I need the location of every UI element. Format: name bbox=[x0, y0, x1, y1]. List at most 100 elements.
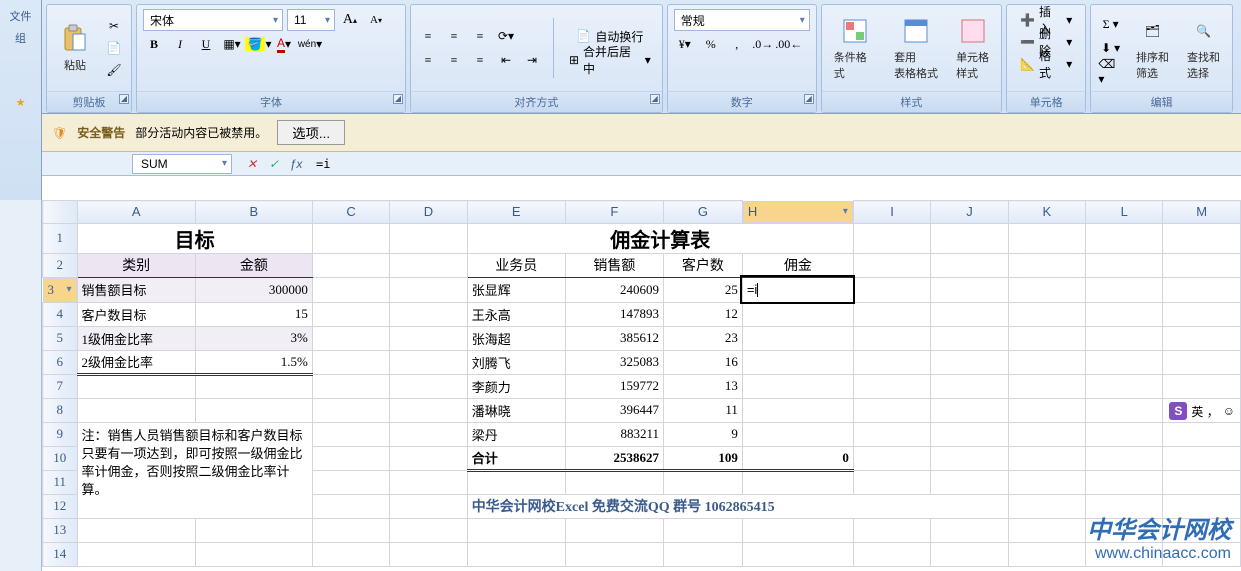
font-dialog-launcher[interactable]: ◢ bbox=[393, 94, 403, 104]
cell-styles-button[interactable]: 单元格 样式 bbox=[950, 13, 995, 83]
sort-filter-button[interactable]: 🗂排序和 筛选 bbox=[1130, 13, 1175, 83]
cell-I5[interactable] bbox=[853, 326, 930, 350]
cell-D2[interactable] bbox=[390, 253, 467, 277]
cell-A3[interactable]: 销售额目标 bbox=[77, 277, 195, 302]
cell-A5[interactable]: 1级佣金比率 bbox=[77, 326, 195, 350]
cell-C14[interactable] bbox=[312, 542, 389, 566]
cell-C2[interactable] bbox=[312, 253, 389, 277]
cell-J6[interactable] bbox=[931, 350, 1008, 374]
cell-I13[interactable] bbox=[853, 518, 930, 542]
format-cells-button[interactable]: 📐 格式 ▾ bbox=[1013, 53, 1079, 75]
cell-J14[interactable] bbox=[931, 542, 1008, 566]
cell-L8[interactable] bbox=[1086, 398, 1163, 422]
cell-F5[interactable]: 385612 bbox=[565, 326, 663, 350]
cell-K1[interactable] bbox=[1008, 223, 1085, 253]
cell-L11[interactable] bbox=[1086, 470, 1163, 494]
cell-I14[interactable] bbox=[853, 542, 930, 566]
cell-E6[interactable]: 刘腾飞 bbox=[467, 350, 565, 374]
align-right-button[interactable]: ≡ bbox=[469, 49, 491, 71]
cell-A9[interactable]: 注：销售人员销售额目标和客户数目标只要有一项达到，即可按照一级佣金比率计佣金，否… bbox=[77, 422, 312, 518]
font-name-select[interactable]: 宋体 bbox=[143, 9, 283, 31]
align-top-button[interactable]: ≡ bbox=[417, 25, 439, 47]
row-header-12[interactable]: 12 bbox=[43, 494, 78, 518]
cell-M4[interactable] bbox=[1163, 302, 1241, 326]
cell-J7[interactable] bbox=[931, 374, 1008, 398]
name-box[interactable]: SUM bbox=[132, 154, 232, 174]
cell-E10[interactable]: 合计 bbox=[467, 446, 565, 470]
font-color-button[interactable]: A▾ bbox=[273, 33, 295, 55]
row-header-4[interactable]: 4 bbox=[43, 302, 78, 326]
cell-C8[interactable] bbox=[312, 398, 389, 422]
cell-C4[interactable] bbox=[312, 302, 389, 326]
row-header-9[interactable]: 9 bbox=[43, 422, 78, 446]
col-header-A[interactable]: A bbox=[77, 201, 195, 224]
cell-C1[interactable] bbox=[312, 223, 389, 253]
cell-C10[interactable] bbox=[312, 446, 389, 470]
cell-I2[interactable] bbox=[853, 253, 930, 277]
cell-L7[interactable] bbox=[1086, 374, 1163, 398]
cell-C11[interactable] bbox=[312, 470, 389, 494]
cell-J11[interactable] bbox=[931, 470, 1008, 494]
cell-E2[interactable]: 业务员 bbox=[467, 253, 565, 277]
cell-F7[interactable]: 159772 bbox=[565, 374, 663, 398]
cell-K3[interactable] bbox=[1008, 277, 1085, 302]
cell-E7[interactable]: 李颜力 bbox=[467, 374, 565, 398]
cell-L10[interactable] bbox=[1086, 446, 1163, 470]
cell-F13[interactable] bbox=[565, 518, 663, 542]
cell-G11[interactable] bbox=[663, 470, 742, 494]
cell-B6[interactable]: 1.5% bbox=[195, 350, 312, 374]
align-center-button[interactable]: ≡ bbox=[443, 49, 465, 71]
ime-indicator[interactable]: S 英 ， ☺ bbox=[1169, 402, 1235, 420]
cell-G4[interactable]: 12 bbox=[663, 302, 742, 326]
file-tab[interactable]: 文件 bbox=[0, 8, 41, 24]
formula-input[interactable] bbox=[312, 154, 1241, 174]
cell-M3[interactable] bbox=[1163, 277, 1241, 302]
cell-J9[interactable] bbox=[931, 422, 1008, 446]
cell-F2[interactable]: 销售额 bbox=[565, 253, 663, 277]
row-header-1[interactable]: 1 bbox=[43, 223, 78, 253]
cell-K8[interactable] bbox=[1008, 398, 1085, 422]
cell-H7[interactable] bbox=[742, 374, 853, 398]
cell-H8[interactable] bbox=[742, 398, 853, 422]
cell-G2[interactable]: 客户数 bbox=[663, 253, 742, 277]
cell-D6[interactable] bbox=[390, 350, 467, 374]
cell-M7[interactable] bbox=[1163, 374, 1241, 398]
cell-I11[interactable] bbox=[853, 470, 930, 494]
cancel-formula-button[interactable]: ✕ bbox=[242, 155, 262, 173]
cell-G13[interactable] bbox=[663, 518, 742, 542]
clear-button[interactable]: ⌫ ▾ bbox=[1097, 61, 1124, 83]
decrease-font-button[interactable]: A▾ bbox=[365, 9, 387, 31]
cell-K13[interactable] bbox=[1008, 518, 1085, 542]
increase-indent-button[interactable]: ⇥ bbox=[521, 49, 543, 71]
alignment-dialog-launcher[interactable]: ◢ bbox=[650, 94, 660, 104]
cell-G6[interactable]: 16 bbox=[663, 350, 742, 374]
cell-G14[interactable] bbox=[663, 542, 742, 566]
cell-H6[interactable] bbox=[742, 350, 853, 374]
cell-C12[interactable] bbox=[312, 494, 389, 518]
cell-B13[interactable] bbox=[195, 518, 312, 542]
cell-L4[interactable] bbox=[1086, 302, 1163, 326]
cell-I7[interactable] bbox=[853, 374, 930, 398]
cell-A8[interactable] bbox=[77, 398, 195, 422]
col-header-G[interactable]: G bbox=[663, 201, 742, 224]
row-header-5[interactable]: 5 bbox=[43, 326, 78, 350]
clipboard-dialog-launcher[interactable]: ◢ bbox=[119, 94, 129, 104]
cell-F3[interactable]: 240609 bbox=[565, 277, 663, 302]
phonetic-button[interactable]: wén▾ bbox=[299, 33, 321, 55]
cell-J1[interactable] bbox=[931, 223, 1008, 253]
row-header-14[interactable]: 14 bbox=[43, 542, 78, 566]
cell-K14[interactable] bbox=[1008, 542, 1085, 566]
paste-button[interactable]: 粘贴 bbox=[53, 21, 97, 75]
cell-D7[interactable] bbox=[390, 374, 467, 398]
cell-A7[interactable] bbox=[77, 374, 195, 398]
cell-K11[interactable] bbox=[1008, 470, 1085, 494]
cell-C6[interactable] bbox=[312, 350, 389, 374]
col-header-J[interactable]: J bbox=[931, 201, 1008, 224]
cell-E14[interactable] bbox=[467, 542, 565, 566]
cell-D12[interactable] bbox=[390, 494, 467, 518]
cell-B5[interactable]: 3% bbox=[195, 326, 312, 350]
cell-I4[interactable] bbox=[853, 302, 930, 326]
cell-L2[interactable] bbox=[1086, 253, 1163, 277]
cell-F10[interactable]: 2538627 bbox=[565, 446, 663, 470]
cell-E5[interactable]: 张海超 bbox=[467, 326, 565, 350]
